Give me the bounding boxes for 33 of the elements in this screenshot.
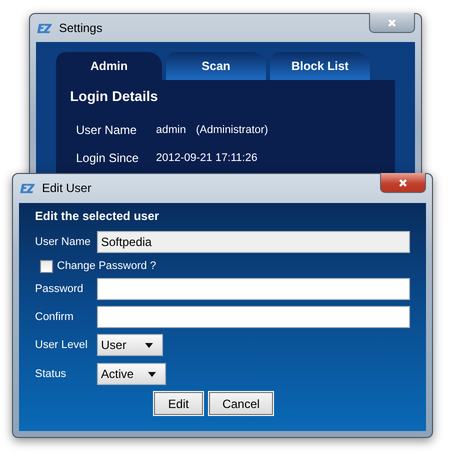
dialog-heading: Edit the selected user	[35, 209, 160, 223]
field-label: User Name	[75, 123, 138, 137]
caret-icon	[145, 342, 153, 348]
checkbox-label: Change Password ?	[57, 260, 156, 272]
caret-icon	[148, 372, 156, 376]
field-label: User Name	[35, 236, 92, 248]
field-label: Status	[35, 368, 68, 380]
input-field[interactable]	[97, 278, 410, 300]
tab[interactable]: Block List	[270, 52, 370, 80]
close-icon	[387, 18, 397, 28]
field-value: admin	[156, 124, 186, 136]
checkbox[interactable]	[40, 260, 53, 272]
field-label: Login Since	[75, 151, 140, 165]
window-title: Settings	[59, 21, 102, 35]
field-label: Password	[35, 283, 84, 295]
section-heading: Login Details	[70, 88, 159, 104]
close-button[interactable]	[380, 173, 426, 193]
close-button[interactable]	[369, 13, 415, 33]
role-note: (Administrator)	[196, 124, 268, 136]
window-title: Edit User	[42, 181, 92, 195]
app-logo-icon	[37, 22, 52, 34]
field-value: 2012-09-21 17:11:26	[156, 152, 258, 164]
dialog-button[interactable]: Edit	[154, 392, 203, 415]
close-icon	[398, 178, 408, 188]
tab[interactable]: Admin	[56, 52, 162, 80]
dialog-button[interactable]: Cancel	[209, 392, 273, 415]
dropdown[interactable]: Active	[97, 363, 166, 385]
app-logo-icon	[20, 182, 35, 194]
field-label: User Level	[35, 339, 89, 351]
field-label: Confirm	[35, 311, 75, 323]
input-field[interactable]	[97, 306, 410, 328]
tab[interactable]: Scan	[166, 52, 266, 80]
dropdown[interactable]: User	[97, 334, 163, 356]
